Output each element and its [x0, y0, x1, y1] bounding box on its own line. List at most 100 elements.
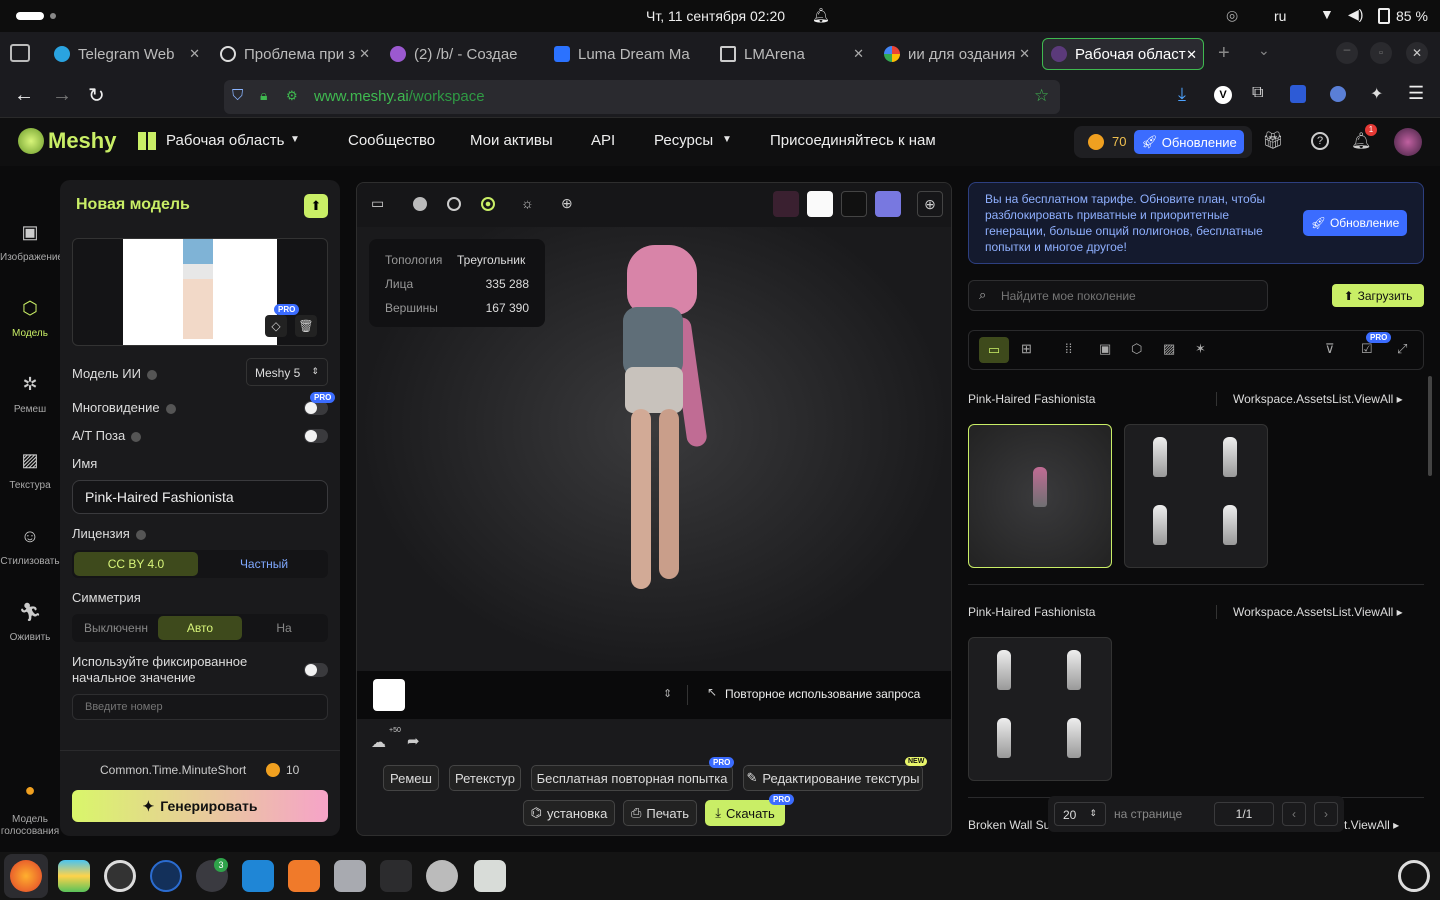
- material-swatch-2[interactable]: [807, 191, 833, 217]
- eraser-icon[interactable]: ◇: [265, 315, 287, 337]
- grid-view-icon[interactable]: ⊞: [1021, 341, 1032, 357]
- texture-filter-icon[interactable]: ▨: [1163, 341, 1175, 357]
- permissions-icon[interactable]: ⚙: [286, 88, 298, 104]
- minimize-icon[interactable]: –: [1336, 42, 1358, 64]
- side-nav-vote[interactable]: ● Модель голосования: [0, 781, 60, 838]
- material-swatch-3[interactable]: [841, 191, 867, 217]
- monitor-icon[interactable]: ▭: [371, 195, 384, 212]
- material-swatch-1[interactable]: [773, 191, 799, 217]
- menu-icon[interactable]: ☰: [1408, 83, 1424, 104]
- reference-image-frame[interactable]: ◇ 🗑︎: [72, 238, 328, 346]
- wifi-icon[interactable]: ▼: [1320, 6, 1334, 22]
- chevron-down-icon[interactable]: ▼: [722, 134, 732, 145]
- globe-extension-icon[interactable]: [1330, 86, 1346, 102]
- reuse-arrow-icon[interactable]: ↖: [707, 685, 717, 699]
- side-nav-stylize[interactable]: ☺ Стилизовать: [0, 526, 60, 567]
- side-nav-animate[interactable]: 🏃︎ Оживить: [0, 602, 60, 643]
- files-icon[interactable]: [334, 860, 366, 892]
- view-all-link[interactable]: st.ViewAll ▸: [1338, 818, 1399, 832]
- gift-icon[interactable]: 🎁︎: [1262, 131, 1284, 151]
- solid-sphere-icon[interactable]: [413, 197, 427, 211]
- search-box[interactable]: ⌕: [968, 280, 1268, 311]
- back-icon[interactable]: ←: [14, 84, 34, 107]
- info-icon[interactable]: [165, 403, 176, 414]
- asset-thumbnail-multiview[interactable]: [1124, 424, 1268, 568]
- help-icon[interactable]: ?: [1311, 132, 1329, 150]
- animation-filter-icon[interactable]: ✶: [1195, 341, 1206, 357]
- tab-luma[interactable]: Luma Dream Ma: [546, 38, 710, 70]
- api-link[interactable]: API: [591, 132, 615, 149]
- extensions-icon[interactable]: ⧉: [1252, 84, 1263, 102]
- upload-image-button[interactable]: ⬆: [304, 194, 328, 218]
- symmetry-off-option[interactable]: Выключенн: [74, 616, 158, 640]
- seed-input[interactable]: [72, 694, 328, 720]
- chevron-down-icon[interactable]: ▼: [290, 134, 300, 145]
- vscode-icon[interactable]: [242, 860, 274, 892]
- model-filter-icon[interactable]: ⬡: [1131, 341, 1142, 357]
- upload-button[interactable]: ⬆ Загрузить: [1332, 284, 1424, 307]
- side-nav-model[interactable]: ⬡ Модель: [0, 298, 60, 339]
- settings-icon[interactable]: [426, 860, 458, 892]
- show-apps-icon[interactable]: [1398, 860, 1430, 892]
- lock-icon[interactable]: 🔒︎: [260, 87, 267, 104]
- symmetry-auto-option[interactable]: Авто: [158, 616, 242, 640]
- app-store-icon[interactable]: [288, 860, 320, 892]
- terminal-icon[interactable]: [380, 860, 412, 892]
- bell-icon[interactable]: 🔔︎: [812, 7, 830, 24]
- generate-button[interactable]: ✦ Генерировать: [72, 790, 328, 822]
- vpn-extension-icon[interactable]: V: [1214, 86, 1232, 104]
- close-tab-icon[interactable]: ✕: [1186, 47, 1197, 63]
- remesh-button[interactable]: Ремеш: [383, 765, 439, 791]
- tab-b[interactable]: (2) /b/ - Создае: [382, 38, 546, 70]
- symmetry-on-option[interactable]: На: [242, 616, 326, 640]
- license-private-option[interactable]: Частный: [202, 552, 326, 576]
- expand-arrows-icon[interactable]: ⇕: [663, 687, 672, 700]
- prev-page-icon[interactable]: ‹: [1282, 802, 1306, 826]
- filter-clear-icon[interactable]: ⊽: [1325, 341, 1335, 357]
- workspace-menu[interactable]: Рабочая область: [166, 132, 284, 149]
- select-checkbox-icon[interactable]: ☑: [1361, 341, 1373, 357]
- tab-overview-icon[interactable]: [10, 44, 30, 62]
- tab-telegram[interactable]: Telegram Web ✕: [46, 38, 206, 70]
- workspace-dot[interactable]: [50, 13, 56, 19]
- new-tab-icon[interactable]: +: [1218, 42, 1230, 65]
- clock[interactable]: Чт, 11 сентября 02:20: [646, 8, 785, 24]
- trash-icon[interactable]: 🗑︎: [295, 315, 317, 337]
- maximize-icon[interactable]: ▫: [1370, 42, 1392, 64]
- multiview-toggle[interactable]: [304, 401, 328, 415]
- expand-icon[interactable]: ⤢: [1397, 341, 1407, 357]
- community-link[interactable]: Сообщество: [348, 132, 435, 149]
- tab-google[interactable]: ии для оздания ✕: [876, 38, 1036, 70]
- shield-icon[interactable]: ⛉: [232, 87, 243, 104]
- wire-sphere-icon[interactable]: [447, 197, 461, 211]
- retexture-button[interactable]: Ретекстур: [449, 765, 521, 791]
- textured-sphere-icon[interactable]: [481, 197, 495, 211]
- asset-thumbnail-selected[interactable]: [968, 424, 1112, 568]
- multiview-filter-icon[interactable]: ⁞⁞: [1065, 341, 1072, 356]
- layers-app-icon[interactable]: [58, 860, 90, 892]
- keyboard-layout[interactable]: ru: [1274, 8, 1286, 24]
- aperture-app-icon[interactable]: [104, 860, 136, 892]
- view-all-link[interactable]: Workspace.AssetsList.ViewAll ▸: [1216, 392, 1403, 406]
- view-all-link[interactable]: Workspace.AssetsList.ViewAll ▸: [1216, 605, 1403, 619]
- close-window-icon[interactable]: ✕: [1406, 42, 1428, 64]
- tab-lmarena[interactable]: LMArena ✕: [712, 38, 870, 70]
- per-page-select[interactable]: 20 ⇕: [1054, 802, 1106, 826]
- forward-icon[interactable]: →: [52, 84, 72, 107]
- address-bar[interactable]: ⛉ 🔒︎ ⚙ www.meshy.ai/workspace ☆: [224, 80, 1060, 114]
- fixed-seed-toggle[interactable]: [304, 663, 328, 677]
- asset-thumbnail-multiview[interactable]: [968, 637, 1112, 781]
- fullscreen-icon[interactable]: ⊕: [917, 191, 943, 217]
- side-nav-remesh[interactable]: ✲ Ремеш: [0, 374, 60, 415]
- share-icon[interactable]: ➦: [407, 732, 420, 750]
- license-cc-option[interactable]: CC BY 4.0: [74, 552, 198, 576]
- logo-text[interactable]: Meshy: [48, 128, 116, 154]
- vm-app-icon[interactable]: [150, 860, 182, 892]
- volume-icon[interactable]: ◀): [1348, 6, 1363, 23]
- info-icon[interactable]: [146, 369, 157, 380]
- reuse-prompt-link[interactable]: Повторное использование запроса: [725, 687, 920, 701]
- meshy-logo-icon[interactable]: [18, 128, 44, 154]
- my-assets-link[interactable]: Мои активы: [470, 132, 553, 149]
- image-filter-icon[interactable]: ▣: [1099, 341, 1111, 357]
- upgrade-button[interactable]: 🚀︎ Обновление: [1134, 130, 1244, 154]
